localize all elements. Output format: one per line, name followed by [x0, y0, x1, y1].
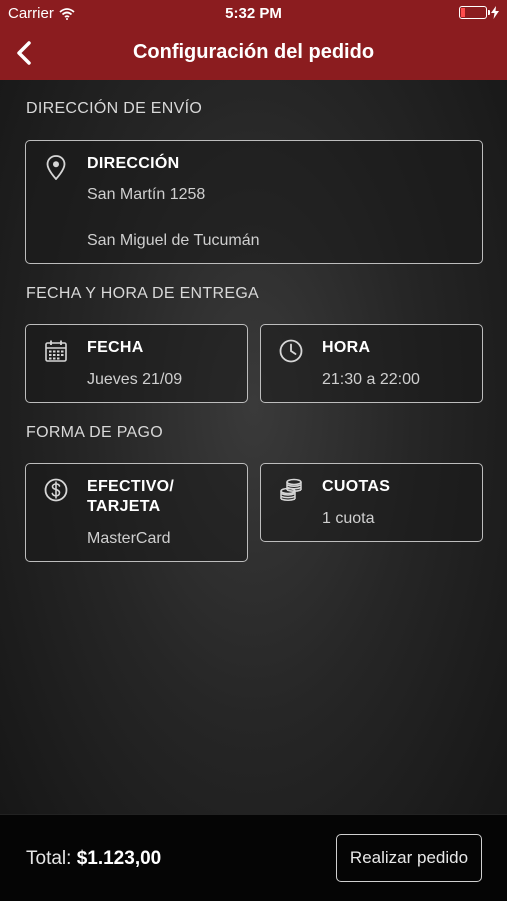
total-label: Total:: [26, 848, 72, 869]
address-line-2: San Miguel de Tucumán: [87, 232, 260, 249]
status-bar: Carrier 5:32 PM: [0, 0, 507, 28]
payment-section-label: FORMA DE PAGO: [26, 424, 163, 441]
installments-card[interactable]: CUOTAS 1 cuota: [260, 463, 483, 542]
payment-method-title-line-1: EFECTIVO/: [87, 478, 175, 495]
clock-icon: [279, 339, 303, 363]
order-config-screen: Carrier 5:32 PM Configuración del pedido…: [0, 0, 507, 901]
date-title: FECHA: [87, 339, 144, 356]
date-card[interactable]: FECHA Jueves 21/09: [25, 324, 248, 403]
installments-title: CUOTAS: [322, 478, 391, 495]
time-card[interactable]: HORA 21:30 a 22:00: [260, 324, 483, 403]
battery-icon: [459, 6, 490, 19]
address-title: DIRECCIÓN: [87, 155, 180, 172]
location-pin-icon: [46, 155, 66, 180]
calendar-icon: [45, 340, 67, 362]
payment-method-title-line-2: TARJETA: [87, 498, 161, 515]
place-order-button[interactable]: Realizar pedido: [336, 834, 482, 882]
shipping-section-label: DIRECCIÓN DE ENVÍO: [26, 100, 203, 117]
delivery-section-label: FECHA Y HORA DE ENTREGA: [26, 285, 260, 302]
order-total: Total: $1.123,00: [26, 848, 161, 870]
coins-icon: [280, 478, 302, 501]
time-title: HORA: [322, 339, 371, 356]
checkout-footer: Total: $1.123,00 Realizar pedido: [0, 814, 507, 901]
address-card[interactable]: DIRECCIÓN San Martín 1258 San Miguel de …: [25, 140, 483, 264]
payment-method-title: EFECTIVO/ TARJETA: [87, 477, 174, 517]
navigation-bar: Configuración del pedido: [0, 28, 507, 80]
status-right: [459, 6, 499, 19]
total-value: $1.123,00: [76, 848, 162, 869]
payment-method-value: MasterCard: [87, 530, 171, 547]
installments-value: 1 cuota: [322, 510, 375, 527]
page-title: Configuración del pedido: [132, 41, 375, 63]
charging-icon: [491, 6, 499, 19]
payment-method-card[interactable]: EFECTIVO/ TARJETA MasterCard: [25, 463, 248, 562]
time-value: 21:30 a 22:00: [322, 371, 420, 388]
address-line-1: San Martín 1258: [87, 186, 206, 203]
date-value: Jueves 21/09: [87, 371, 183, 388]
status-time: 5:32 PM: [225, 5, 282, 22]
dollar-circle-icon: [44, 478, 68, 502]
